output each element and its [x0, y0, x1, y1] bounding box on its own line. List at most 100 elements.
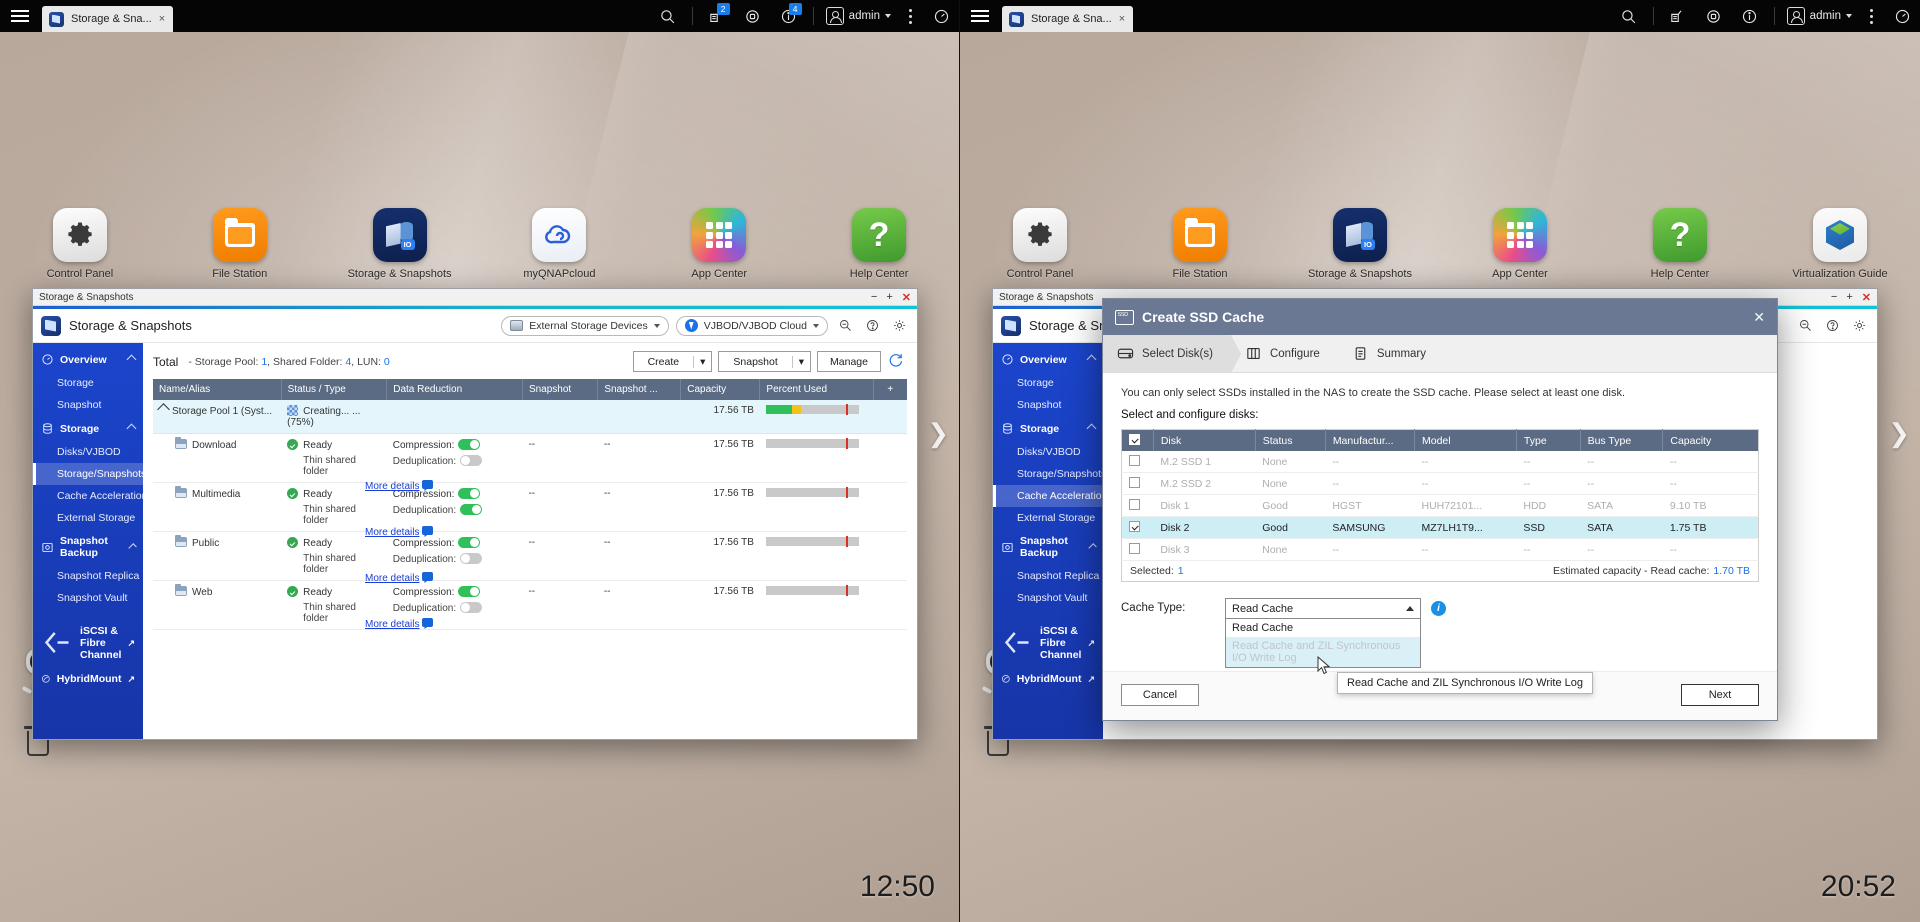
deduplication-toggle[interactable]	[460, 553, 482, 564]
search-button[interactable]	[650, 0, 686, 32]
dashboard-button[interactable]	[923, 0, 959, 32]
compression-toggle[interactable]	[458, 537, 480, 548]
desktop-icon-storage-snapshots[interactable]: IO Storage & Snapshots	[320, 208, 480, 280]
chevron-down-icon[interactable]: ▾	[693, 356, 711, 368]
column-status-type[interactable]: Status / Type	[281, 379, 387, 400]
disk-row[interactable]: Disk 3 None -- -- -- -- --	[1122, 539, 1759, 561]
refresh-button[interactable]	[887, 352, 907, 372]
external-storage-devices-button[interactable]: External Storage Devices	[501, 316, 668, 336]
more-details-link[interactable]: More details	[365, 568, 433, 586]
cache-type-select[interactable]: Read Cache	[1225, 598, 1421, 619]
sidebar-item-storage[interactable]: Storage	[33, 372, 143, 394]
step-select-disks[interactable]: Select Disk(s)	[1103, 335, 1231, 373]
sidebar-group-snapshot-backup[interactable]: Snapshot Backup	[33, 529, 143, 565]
desktop-icon-help-center[interactable]: ? Help Center	[1600, 208, 1760, 280]
column-bus-type[interactable]: Bus Type	[1580, 430, 1663, 452]
more-details-link[interactable]: More details	[365, 476, 433, 494]
maximize-button[interactable]: +	[1846, 291, 1852, 303]
user-menu[interactable]: admin	[1781, 7, 1858, 25]
more-options-button[interactable]	[897, 0, 923, 32]
column-capacity[interactable]: Capacity	[681, 379, 760, 400]
minimize-button[interactable]: −	[1831, 291, 1837, 303]
window-title-bar[interactable]: Storage & Snapshots − + ✕	[33, 289, 917, 306]
tab-close-icon[interactable]: ×	[1119, 13, 1125, 25]
disk-search-button[interactable]	[835, 316, 855, 336]
chevron-down-icon[interactable]: ▾	[792, 356, 810, 368]
column-snapshot-2[interactable]: Snapshot ...	[598, 379, 681, 400]
manage-button[interactable]: Manage	[817, 351, 881, 372]
sidebar-item-cache-acceleration[interactable]: Cache Acceleration	[993, 485, 1103, 507]
table-row[interactable]: Web ReadyThin shared folder Compression:…	[153, 581, 907, 630]
minimize-button[interactable]: −	[871, 291, 877, 303]
desktop-icon-virtualization-guide[interactable]: Virtualization Guide	[1760, 208, 1920, 280]
sidebar-item-storage[interactable]: Storage	[993, 372, 1103, 394]
settings-button[interactable]	[889, 316, 909, 336]
sidebar-item-snapshot[interactable]: Snapshot	[993, 394, 1103, 416]
table-row[interactable]: Storage Pool 1 (Syst... Creating... ...(…	[153, 400, 907, 434]
select-all-header[interactable]	[1122, 430, 1154, 452]
sidebar-group-overview[interactable]: Overview	[33, 347, 143, 372]
disk-row[interactable]: M.2 SSD 2 None -- -- -- -- --	[1122, 473, 1759, 495]
next-button[interactable]: Next	[1681, 684, 1759, 706]
dialog-close-button[interactable]: ✕	[1753, 309, 1765, 326]
help-button[interactable]	[1822, 316, 1842, 336]
deduplication-toggle[interactable]	[460, 455, 482, 466]
table-row[interactable]: Multimedia ReadyThin shared folder Compr…	[153, 483, 907, 532]
close-button[interactable]: ✕	[1862, 291, 1871, 304]
row-checkbox[interactable]	[1129, 455, 1140, 466]
info-button[interactable]	[1732, 0, 1768, 32]
select-all-checkbox[interactable]	[1129, 434, 1140, 445]
step-summary[interactable]: Summary	[1338, 335, 1444, 373]
desktop-next-page-arrow[interactable]: ❯	[927, 418, 949, 449]
sidebar-link-hybridmount[interactable]: HybridMount ↗	[33, 667, 143, 691]
notifications-button[interactable]: 2	[699, 0, 735, 32]
search-button[interactable]	[1611, 0, 1647, 32]
info-button[interactable]: 4	[771, 0, 807, 32]
row-checkbox[interactable]	[1129, 543, 1140, 554]
notifications-button[interactable]	[1660, 0, 1696, 32]
table-row[interactable]: Public ReadyThin shared folder Compressi…	[153, 532, 907, 581]
desktop-icon-help-center[interactable]: ? Help Center	[799, 208, 959, 280]
sidebar-item-snapshot-vault[interactable]: Snapshot Vault	[993, 587, 1103, 609]
disk-search-button[interactable]	[1795, 316, 1815, 336]
compression-toggle[interactable]	[458, 488, 480, 499]
sidebar-item-snapshot-vault[interactable]: Snapshot Vault	[33, 587, 143, 609]
main-menu-button[interactable]	[0, 0, 40, 32]
sidebar-item-snapshot-replica[interactable]: Snapshot Replica	[33, 565, 143, 587]
cell-checkbox[interactable]	[1122, 473, 1154, 495]
tab-close-icon[interactable]: ×	[159, 13, 165, 25]
desktop-icon-file-station[interactable]: File Station	[160, 208, 320, 280]
sidebar-group-snapshot-backup[interactable]: Snapshot Backup	[993, 529, 1103, 565]
snapshot-button[interactable]: Snapshot▾	[718, 351, 811, 372]
cell-checkbox[interactable]	[1122, 451, 1154, 473]
add-column-button[interactable]: +	[873, 379, 907, 400]
background-tasks-button[interactable]	[735, 0, 771, 32]
sidebar-item-cache-acceleration[interactable]: Cache Acceleration	[33, 485, 143, 507]
compression-toggle[interactable]	[458, 439, 480, 450]
sidebar-link-iscsi-fibre-channel[interactable]: iSCSI & Fibre Channel ↗	[33, 619, 143, 667]
more-options-button[interactable]	[1858, 0, 1884, 32]
sidebar-item-disks-vjbod[interactable]: Disks/VJBOD	[33, 441, 143, 463]
sidebar-group-storage[interactable]: Storage	[993, 416, 1103, 441]
desktop-icon-app-center[interactable]: App Center	[1440, 208, 1600, 280]
disk-row-selected[interactable]: Disk 2 Good SAMSUNG MZ7LH1T9... SSD SATA…	[1122, 517, 1759, 539]
sidebar-item-disks-vjbod[interactable]: Disks/VJBOD	[993, 441, 1103, 463]
column-name-alias[interactable]: Name/Alias	[153, 379, 281, 400]
column-percent-used[interactable]: Percent Used	[760, 379, 873, 400]
sidebar-item-external-storage[interactable]: External Storage	[993, 507, 1103, 529]
desktop-icon-file-station[interactable]: File Station	[1120, 208, 1280, 280]
sidebar-link-iscsi-fibre-channel[interactable]: iSCSI & Fibre Channel ↗	[993, 619, 1103, 667]
sidebar-item-storage-snapshots[interactable]: Storage/Snapshots	[993, 463, 1103, 485]
column-model[interactable]: Model	[1414, 430, 1516, 452]
sidebar-item-snapshot[interactable]: Snapshot	[33, 394, 143, 416]
cell-checkbox[interactable]	[1122, 539, 1154, 561]
column-type[interactable]: Type	[1516, 430, 1580, 452]
sidebar-item-external-storage[interactable]: External Storage	[33, 507, 143, 529]
chevron-up-icon[interactable]	[157, 403, 170, 416]
help-button[interactable]	[862, 316, 882, 336]
table-row[interactable]: Download ReadyThin shared folder Compres…	[153, 434, 907, 483]
sidebar-item-snapshot-replica[interactable]: Snapshot Replica	[993, 565, 1103, 587]
desktop-icon-control-panel[interactable]: Control Panel	[0, 208, 160, 280]
deduplication-toggle[interactable]	[460, 504, 482, 515]
taskbar-tab-storage-snapshots[interactable]: Storage & Sna... ×	[1002, 6, 1133, 32]
